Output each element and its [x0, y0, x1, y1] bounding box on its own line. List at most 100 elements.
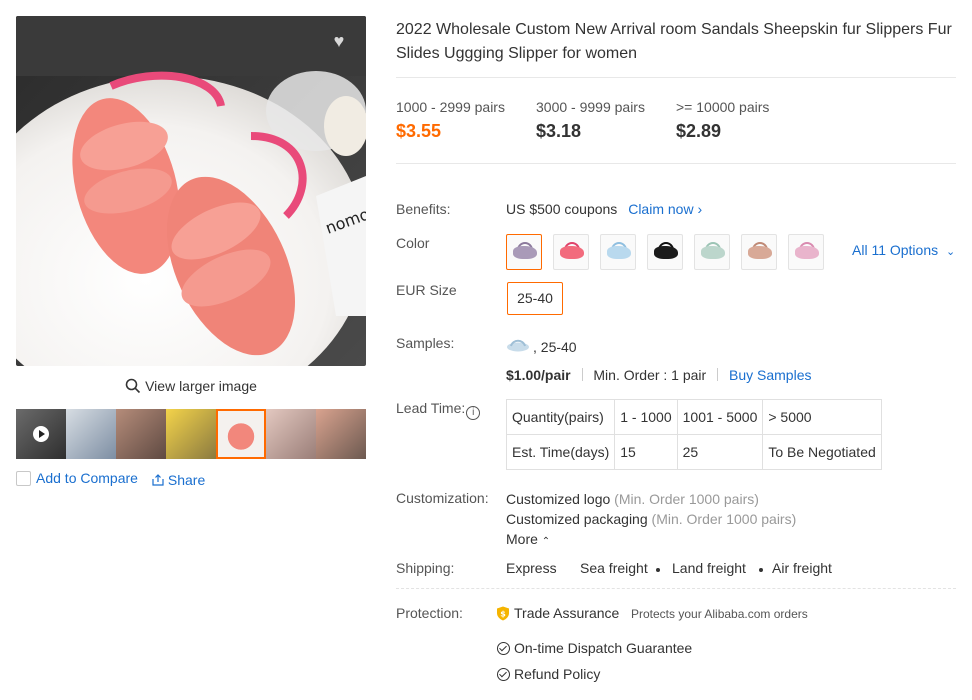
customization-note: (Min. Order 1000 pairs) — [614, 491, 759, 507]
tier-price: $2.89 — [676, 121, 722, 141]
color-swatch[interactable] — [647, 234, 683, 270]
shipping-method: Express — [506, 560, 557, 576]
buy-samples-link[interactable]: Buy Samples — [729, 367, 811, 383]
customization-note: (Min. Order 1000 pairs) — [651, 511, 797, 527]
product-title: 2022 Wholesale Custom New Arrival room S… — [396, 21, 952, 62]
lead-time-text: Lead Time: — [396, 400, 466, 416]
shipping-label: Shipping: — [396, 560, 455, 576]
thumbnail[interactable] — [266, 409, 316, 459]
thumbnail-active[interactable] — [216, 409, 266, 459]
trade-assurance-icon: $ — [496, 606, 510, 621]
thumbnail-video[interactable] — [16, 409, 66, 459]
sample-min-order: Min. Order : 1 pair — [593, 367, 707, 383]
claim-now-link[interactable]: Claim now › — [628, 201, 702, 217]
benefits-value: US $500 coupons Claim now › — [506, 201, 702, 217]
info-icon[interactable]: i — [466, 406, 481, 420]
divider — [396, 588, 956, 589]
color-swatch[interactable] — [694, 234, 730, 270]
compare-checkbox[interactable] — [16, 470, 31, 486]
lead-time-label: Lead Time: i — [396, 400, 481, 420]
trade-assurance-note: Protects your Alibaba.com orders — [631, 607, 808, 621]
table-row: Est. Time(days) 15 25 To Be Negotiated — [505, 434, 882, 470]
chevron-down-icon: ⌄ — [946, 246, 956, 258]
color-swatch[interactable] — [506, 234, 542, 270]
table-cell: 1001 - 5000 — [676, 399, 764, 435]
sample-price: $1.00/pair — [506, 367, 571, 383]
guarantee-item: Refund Policy — [514, 666, 601, 682]
sample-variant: , 25-40 — [533, 339, 577, 355]
protection-label: Protection: — [396, 605, 463, 621]
color-label: Color — [396, 235, 430, 251]
thumbnail-strip — [16, 409, 366, 459]
thumbnail[interactable] — [116, 409, 166, 459]
shipping-method: Air freight — [772, 560, 832, 576]
price-tier: >= 10000 pairs $2.89 — [676, 99, 769, 142]
view-larger-label: View larger image — [145, 378, 257, 394]
sample-info: $1.00/pair Min. Order : 1 pair Buy Sampl… — [506, 367, 811, 383]
trade-assurance-label[interactable]: Trade Assurance — [514, 605, 619, 621]
separator — [581, 368, 583, 381]
coupon-text: US $500 coupons — [506, 201, 618, 217]
customization-name: Customized logo — [506, 491, 611, 507]
table-cell: 25 — [676, 434, 764, 470]
table-cell: Est. Time(days) — [505, 434, 616, 470]
table-cell: 1 - 1000 — [614, 399, 678, 435]
share-label: Share — [167, 472, 206, 488]
more-toggle[interactable]: More ⌃ — [506, 531, 550, 547]
table-row: Quantity(pairs) 1 - 1000 1001 - 5000 > 5… — [505, 399, 882, 435]
color-swatches — [506, 234, 824, 270]
price-tier: 3000 - 9999 pairs $3.18 — [536, 99, 645, 142]
thumbnail[interactable] — [66, 409, 116, 459]
table-cell: Quantity(pairs) — [505, 399, 616, 435]
price-tier: 1000 - 2999 pairs $3.55 — [396, 99, 505, 142]
size-option[interactable]: 25-40 — [507, 282, 563, 315]
share-icon — [152, 472, 168, 488]
lead-time-table: Quantity(pairs) 1 - 1000 1001 - 5000 > 5… — [505, 399, 882, 470]
all-options-link[interactable]: All 11 Options ⌄ — [852, 242, 955, 258]
tier-quantity: >= 10000 pairs — [676, 99, 770, 115]
sample-thumbnail — [506, 337, 530, 353]
view-larger-image-link[interactable]: View larger image — [16, 378, 366, 397]
color-swatch[interactable] — [553, 234, 589, 270]
bullet — [759, 568, 763, 572]
chevron-up-icon: ⌃ — [541, 536, 551, 547]
more-label: More — [506, 531, 538, 547]
check-circle-icon — [497, 668, 510, 681]
check-circle-icon — [497, 642, 510, 655]
tier-quantity: 1000 - 2999 pairs — [396, 99, 505, 115]
table-cell: 15 — [614, 434, 678, 470]
color-swatch[interactable] — [600, 234, 636, 270]
tier-quantity: 3000 - 9999 pairs — [536, 99, 645, 115]
benefits-label: Benefits: — [396, 201, 451, 217]
play-icon — [33, 426, 49, 442]
bullet — [656, 568, 660, 572]
heart-icon[interactable]: ♥ — [328, 30, 350, 52]
customization-item: Customized packaging (Min. Order 1000 pa… — [506, 511, 796, 527]
samples-label: Samples: — [396, 335, 455, 351]
shipping-method: Land freight — [672, 560, 746, 576]
claim-now-label: Claim now — [628, 201, 694, 217]
add-to-compare[interactable]: Add to Compare — [16, 470, 138, 486]
table-cell: > 5000 — [762, 399, 882, 435]
color-swatch[interactable] — [741, 234, 777, 270]
main-product-image[interactable]: nomo ♥ — [16, 16, 366, 366]
divider — [396, 77, 956, 78]
product-photo: nomo — [16, 16, 366, 366]
separator — [717, 368, 719, 381]
thumbnail[interactable] — [166, 409, 216, 459]
guarantee-item: On-time Dispatch Guarantee — [514, 640, 693, 656]
svg-text:$: $ — [500, 610, 506, 619]
chevron-right-icon: › — [697, 201, 703, 217]
customization-label: Customization: — [396, 490, 489, 506]
size-label: EUR Size — [396, 282, 457, 298]
color-swatch[interactable] — [788, 234, 824, 270]
customization-name: Customized packaging — [506, 511, 648, 527]
table-cell: To Be Negotiated — [762, 434, 882, 470]
thumbnail[interactable] — [316, 409, 366, 459]
share-link[interactable]: Share — [152, 472, 205, 488]
tier-price: $3.55 — [396, 121, 442, 141]
tier-price: $3.18 — [536, 121, 582, 141]
add-to-compare-label: Add to Compare — [36, 470, 138, 486]
customization-item: Customized logo (Min. Order 1000 pairs) — [506, 491, 759, 507]
magnifier-icon — [125, 378, 141, 397]
